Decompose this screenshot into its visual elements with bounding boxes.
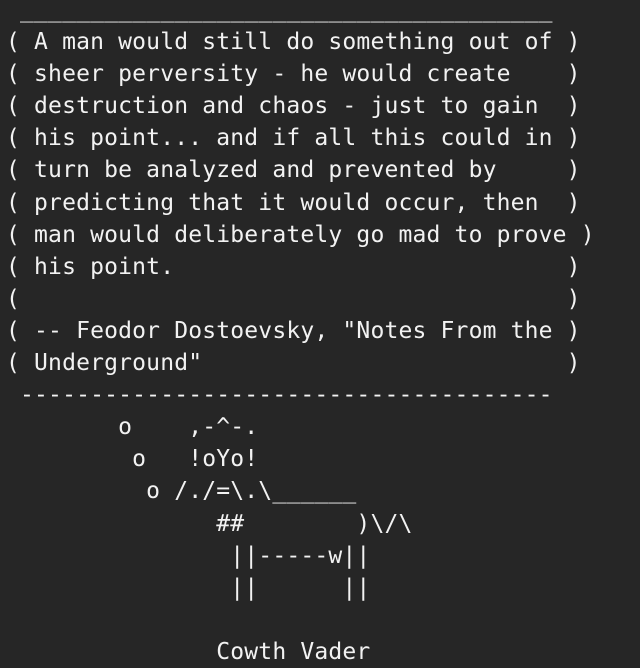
- quote-line: ( A man would still do something out of …: [6, 29, 581, 56]
- terminal-window[interactable]: ______________________________________ ( …: [0, 0, 640, 668]
- quote-attribution-line: ( Underground" ): [6, 350, 581, 377]
- quote-line: ( his point. ): [6, 253, 581, 280]
- ascii-art-caption: Cowth Vader: [6, 638, 371, 665]
- quote-line: ( his point... and if all this could in …: [6, 125, 581, 152]
- quote-line: ( turn be analyzed and prevented by ): [6, 157, 581, 184]
- quote-attribution-line: ( -- Feodor Dostoevsky, "Notes From the …: [6, 317, 581, 344]
- ascii-art-line: ||-----w||: [6, 542, 371, 569]
- speech-bubble-bottom-border: --------------------------------------: [6, 382, 553, 409]
- ascii-art-line: ## )\/\: [6, 510, 413, 537]
- ascii-art-line: || ||: [6, 574, 371, 601]
- quote-line: ( sheer perversity - he would create ): [6, 61, 581, 88]
- ascii-art-line: o !oYo!: [6, 446, 259, 473]
- ascii-art-line: o ,-^-.: [6, 414, 259, 441]
- quote-blank-line: ( ): [6, 285, 581, 312]
- ascii-art-line: o /./=\.\______: [6, 478, 357, 505]
- speech-bubble-top-border: ______________________________________: [6, 0, 553, 23]
- quote-line: ( man would deliberately go mad to prove…: [6, 221, 595, 248]
- quote-line: ( predicting that it would occur, then ): [6, 189, 581, 216]
- quote-line: ( destruction and chaos - just to gain ): [6, 93, 581, 120]
- terminal-output: ______________________________________ ( …: [6, 0, 595, 668]
